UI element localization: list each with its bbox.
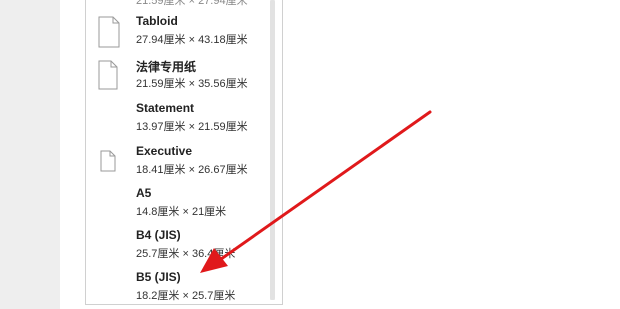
- annotation-arrow: [200, 110, 432, 273]
- annotation-arrowhead: [200, 248, 228, 273]
- annotation-arrow-line: [212, 110, 432, 266]
